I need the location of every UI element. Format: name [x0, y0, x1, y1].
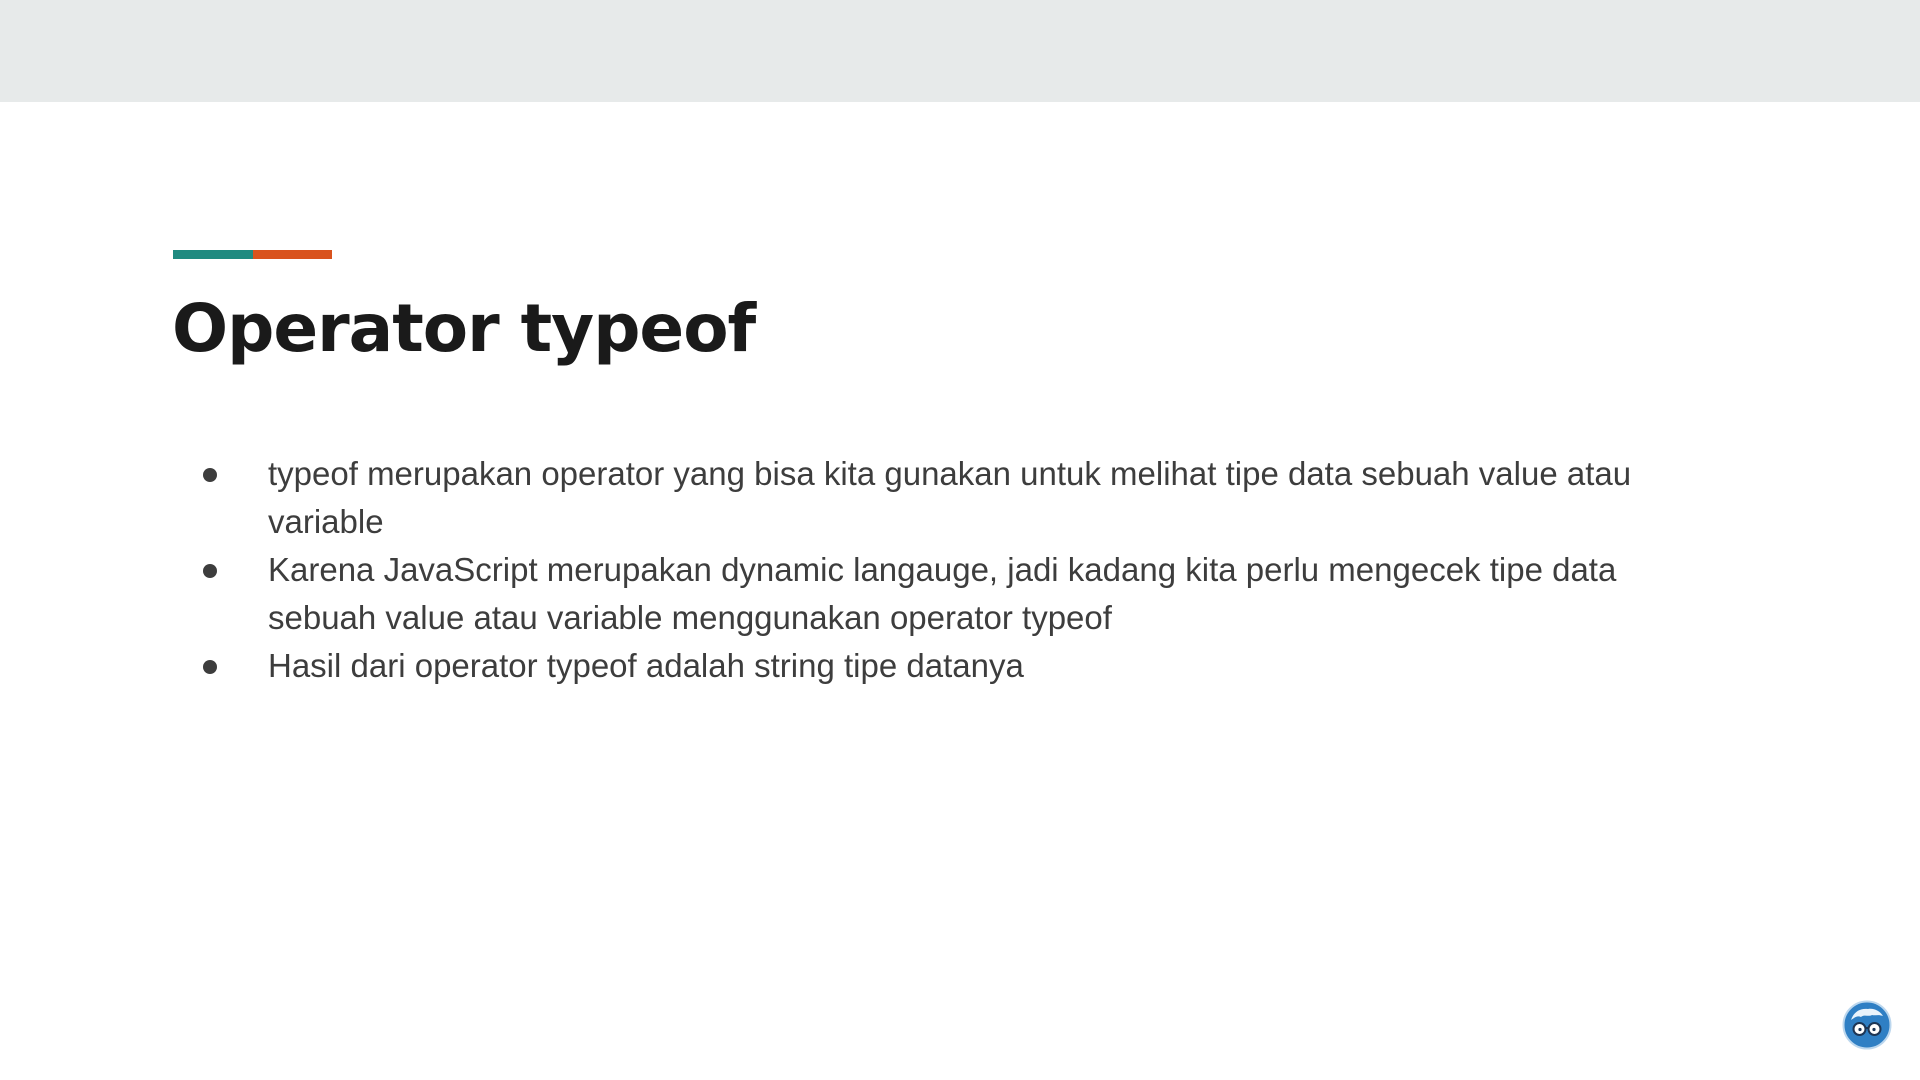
top-band: [0, 0, 1920, 102]
bullet-item: Hasil dari operator typeof adalah string…: [0, 642, 1688, 690]
accent-teal-segment: [173, 250, 253, 259]
bullet-dot-icon: [203, 468, 217, 482]
bullet-text: Karena JavaScript merupakan dynamic lang…: [268, 551, 1617, 636]
bullet-dot-icon: [203, 660, 217, 674]
bullet-text: Hasil dari operator typeof adalah string…: [268, 647, 1024, 684]
glasses-mascot-icon: [1842, 1000, 1892, 1050]
bullet-text: typeof merupakan operator yang bisa kita…: [268, 455, 1632, 540]
bullet-list: typeof merupakan operator yang bisa kita…: [0, 450, 1920, 690]
bullet-dot-icon: [203, 564, 217, 578]
title-accent-bar: [173, 250, 332, 259]
bullet-item: typeof merupakan operator yang bisa kita…: [0, 450, 1688, 546]
slide-title: Operator typeof: [172, 290, 756, 367]
accent-orange-segment: [253, 250, 332, 259]
bullet-item: Karena JavaScript merupakan dynamic lang…: [0, 546, 1688, 642]
